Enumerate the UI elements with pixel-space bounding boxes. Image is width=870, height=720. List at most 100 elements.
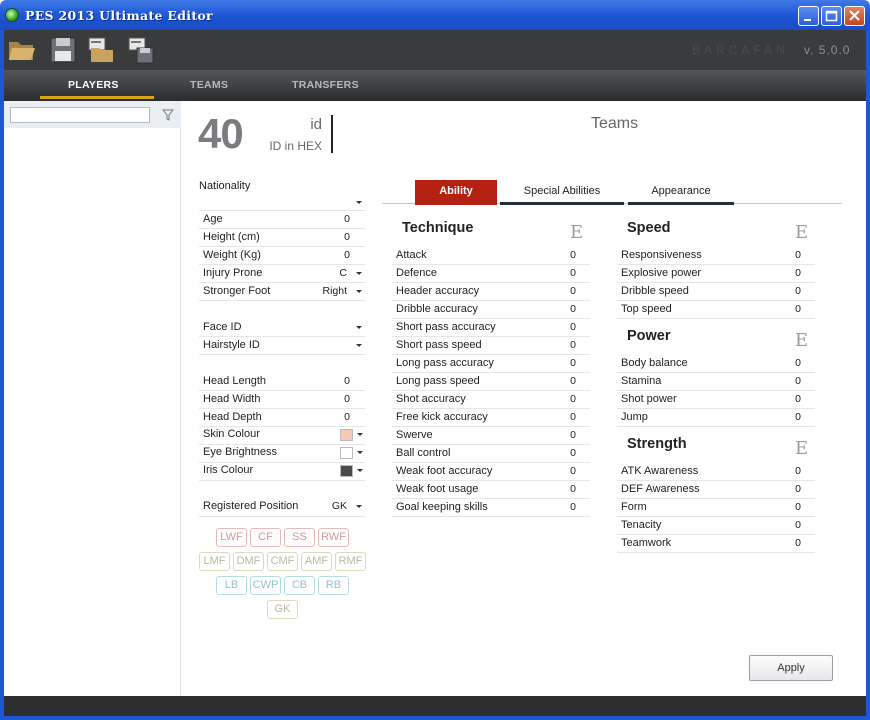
- position-amf[interactable]: AMF: [301, 552, 332, 571]
- tab-appearance[interactable]: Appearance: [628, 180, 734, 204]
- injury-prone-select[interactable]: C: [300, 267, 365, 281]
- position-lb[interactable]: LB: [216, 576, 247, 595]
- height-label: Height (cm): [203, 231, 260, 243]
- field-separator: [199, 300, 365, 301]
- stat-separator: [392, 282, 590, 283]
- position-dmf[interactable]: DMF: [233, 552, 264, 571]
- stat-value-field[interactable]: 0: [781, 303, 801, 315]
- position-rb[interactable]: RB: [318, 576, 349, 595]
- tab-players[interactable]: PLAYERS: [68, 79, 119, 91]
- minimize-button[interactable]: [798, 6, 819, 26]
- position-cmf[interactable]: CMF: [267, 552, 298, 571]
- stat-value-field[interactable]: 0: [556, 429, 576, 441]
- stat-value-field[interactable]: 0: [781, 483, 801, 495]
- nationality-label: Nationality: [199, 180, 251, 192]
- stat-value-field[interactable]: 0: [556, 249, 576, 261]
- strength-grade: E: [795, 438, 809, 459]
- nationality-select[interactable]: [199, 196, 365, 210]
- tab-ability[interactable]: Ability: [415, 180, 497, 204]
- stat-separator: [392, 444, 590, 445]
- save-button[interactable]: [48, 36, 78, 64]
- iris-colour-picker[interactable]: [338, 464, 365, 478]
- stat-separator: [617, 264, 815, 265]
- field-separator: [199, 264, 365, 265]
- position-cf[interactable]: CF: [250, 528, 281, 547]
- stat-label: Jump: [621, 411, 648, 423]
- field-separator: [199, 210, 365, 211]
- apply-button[interactable]: Apply: [749, 655, 833, 681]
- tab-teams[interactable]: TEAMS: [190, 79, 228, 91]
- stat-value-field[interactable]: 0: [556, 321, 576, 333]
- position-rwf[interactable]: RWF: [318, 528, 349, 547]
- main-navigation: PLAYERS TEAMS TRANSFERS: [4, 70, 866, 101]
- stat-value-field[interactable]: 0: [781, 249, 801, 261]
- eye-brightness-label: Eye Brightness: [203, 446, 277, 458]
- stat-label: Shot accuracy: [396, 393, 466, 405]
- field-separator: [199, 354, 365, 355]
- stat-value-field[interactable]: 0: [781, 393, 801, 405]
- stat-value-field[interactable]: 0: [781, 537, 801, 549]
- stat-value-field[interactable]: 0: [556, 393, 576, 405]
- hairstyle-id-label: Hairstyle ID: [203, 339, 260, 351]
- position-cwp[interactable]: CWP: [250, 576, 281, 595]
- stat-value-field[interactable]: 0: [781, 501, 801, 513]
- id-hex-label: ID in HEX: [269, 139, 322, 153]
- save-database-button[interactable]: [127, 36, 157, 64]
- open-folder-button[interactable]: [7, 36, 37, 64]
- stat-value-field[interactable]: 0: [781, 357, 801, 369]
- stat-value-field[interactable]: 0: [781, 465, 801, 477]
- weight-field[interactable]: 0: [320, 249, 350, 261]
- floppy-disk-icon: [50, 37, 76, 63]
- stat-value-field[interactable]: 0: [556, 267, 576, 279]
- stat-value-field[interactable]: 0: [556, 465, 576, 477]
- position-lmf[interactable]: LMF: [199, 552, 230, 571]
- head-length-field[interactable]: 0: [320, 375, 350, 387]
- close-button[interactable]: [844, 6, 865, 26]
- stat-value-field[interactable]: 0: [781, 519, 801, 531]
- window-titlebar[interactable]: PES 2013 Ultimate Editor: [0, 0, 870, 30]
- stat-value-field[interactable]: 0: [556, 411, 576, 423]
- tab-special-abilities[interactable]: Special Abilities: [500, 180, 624, 204]
- registered-position-select[interactable]: GK: [310, 500, 365, 514]
- stronger-foot-select[interactable]: Right: [300, 285, 365, 299]
- skin-colour-picker[interactable]: [338, 428, 365, 442]
- stat-label: Tenacity: [621, 519, 662, 531]
- chevron-down-icon: [356, 344, 362, 347]
- stat-value-field[interactable]: 0: [781, 375, 801, 387]
- position-gk[interactable]: GK: [267, 600, 298, 619]
- stat-value-field[interactable]: 0: [556, 501, 576, 513]
- position-lwf[interactable]: LWF: [216, 528, 247, 547]
- face-id-select[interactable]: [300, 321, 365, 335]
- tab-transfers[interactable]: TRANSFERS: [292, 79, 359, 91]
- stat-label: Defence: [396, 267, 437, 279]
- stat-value-field[interactable]: 0: [556, 375, 576, 387]
- age-field[interactable]: 0: [320, 213, 350, 225]
- stat-value-field[interactable]: 0: [781, 267, 801, 279]
- position-cb[interactable]: CB: [284, 576, 315, 595]
- stat-value-field[interactable]: 0: [556, 483, 576, 495]
- eye-brightness-picker[interactable]: [338, 446, 365, 460]
- open-database-button[interactable]: [87, 36, 117, 64]
- stat-value-field[interactable]: 0: [556, 357, 576, 369]
- height-field[interactable]: 0: [320, 231, 350, 243]
- database-save-icon: [128, 37, 154, 64]
- stat-value-field[interactable]: 0: [556, 339, 576, 351]
- stat-value-field[interactable]: 0: [556, 285, 576, 297]
- stat-label: ATK Awareness: [621, 465, 699, 477]
- search-input[interactable]: [10, 107, 150, 123]
- stat-value-field[interactable]: 0: [781, 411, 801, 423]
- head-width-field[interactable]: 0: [320, 393, 350, 405]
- hairstyle-id-select[interactable]: [300, 339, 365, 353]
- stat-value-field[interactable]: 0: [556, 447, 576, 459]
- position-ss[interactable]: SS: [284, 528, 315, 547]
- active-tab-indicator: [40, 96, 154, 99]
- stat-value-field[interactable]: 0: [781, 285, 801, 297]
- stat-separator: [617, 282, 815, 283]
- brand-text: BARCAFAN: [692, 43, 789, 57]
- stat-value-field[interactable]: 0: [556, 303, 576, 315]
- stat-separator: [392, 516, 590, 517]
- maximize-button[interactable]: [821, 6, 842, 26]
- filter-icon[interactable]: [162, 109, 174, 121]
- position-rmf[interactable]: RMF: [335, 552, 366, 571]
- head-depth-field[interactable]: 0: [320, 411, 350, 423]
